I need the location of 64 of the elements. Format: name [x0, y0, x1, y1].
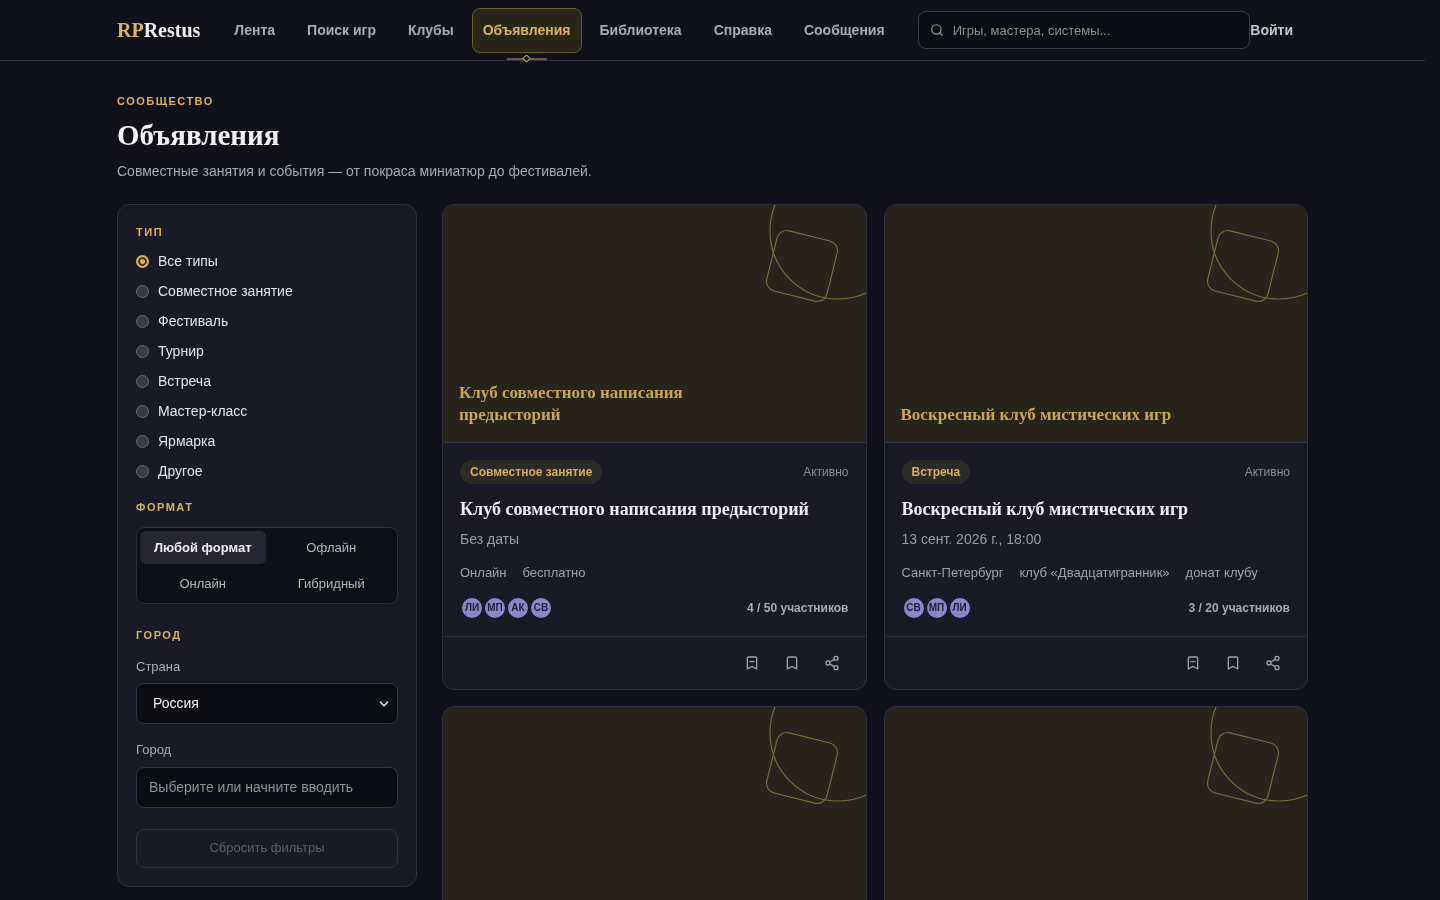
- card-title[interactable]: Воскресный клуб мистических игр: [901, 496, 1290, 523]
- cover-title: Клуб совместного написания предысторий: [459, 382, 684, 426]
- page-subtitle: Совместные занятия и события — от покраса миниатюр до фестивалей.: [117, 162, 593, 181]
- event-tag: бесплатно: [522, 563, 586, 583]
- page-title: Объявления: [117, 117, 281, 153]
- city-field[interactable]: Выберите или начните вводить: [136, 766, 398, 808]
- filter-heading: ТИП: [136, 225, 165, 240]
- event-date: 13 сент. 2026 г., 18:00: [901, 530, 1043, 549]
- share-icon[interactable]: [823, 654, 840, 671]
- card-title[interactable]: Клуб совместного написания предысторий: [460, 496, 849, 523]
- event-tag: клуб «Двадцатигранник»: [1019, 563, 1170, 583]
- event-tag: Онлайн: [460, 563, 507, 583]
- field-label: Страна: [136, 657, 182, 676]
- share-icon[interactable]: [1265, 654, 1281, 671]
- nav-link[interactable]: Клубы: [393, 7, 468, 53]
- type-radio[interactable]: Турнир: [136, 336, 398, 367]
- participants-count: 4 / 50 участников: [747, 599, 849, 617]
- nav-link[interactable]: Библиотека: [585, 7, 696, 53]
- avatar: ЛИ: [947, 595, 972, 620]
- type-radio[interactable]: Ярмарка: [136, 426, 398, 457]
- type-badge: Встреча: [901, 460, 971, 484]
- status-text: Активно: [803, 464, 849, 481]
- nav-link[interactable]: Сообщения: [789, 7, 899, 53]
- type-radio[interactable]: Мастер-класс: [136, 396, 398, 427]
- avatar: СВ: [901, 595, 926, 620]
- avatar: МП: [924, 595, 949, 620]
- avatar: АК: [506, 595, 530, 620]
- type-radio[interactable]: Совместное занятие: [136, 276, 398, 307]
- avatar: ЛИ: [460, 595, 484, 620]
- search-icon: [929, 23, 944, 37]
- search-field[interactable]: Игры, мастера, системы...: [917, 11, 1251, 49]
- bookmark-icon[interactable]: [1225, 654, 1241, 671]
- country-select[interactable]: Россия: [136, 683, 398, 724]
- filter-heading: ГОРОД: [136, 628, 183, 643]
- event-date: Без даты: [460, 530, 521, 549]
- type-radio[interactable]: Фестиваль: [136, 306, 398, 337]
- nav-link[interactable]: Объявления: [471, 7, 582, 53]
- avatar: МП: [483, 595, 507, 620]
- type-badge: Совместное занятие: [460, 460, 603, 484]
- logo[interactable]: RPRestus: [117, 15, 201, 45]
- type-radio[interactable]: Все типы: [136, 246, 398, 277]
- login-button[interactable]: Войти: [1250, 19, 1293, 41]
- participants-count: 3 / 20 участников: [1188, 599, 1290, 617]
- bookmark-minus-icon[interactable]: [1185, 654, 1201, 671]
- section-eyebrow: СООБЩЕСТВО: [117, 94, 215, 109]
- nav-link[interactable]: Поиск игр: [293, 7, 390, 53]
- event-tag: донат клубу: [1185, 563, 1258, 583]
- field-label: Город: [136, 741, 173, 759]
- format-option[interactable]: Любой формат: [140, 531, 266, 564]
- event-tag: Санкт-Петербург: [901, 563, 1004, 583]
- status-text: Активно: [1244, 464, 1290, 481]
- event-card[interactable]: Воскресный клуб мистических игр Встреча Активно Воскресный клуб мистических игр 13 сент. 2026 г., 18:00 Санкт-Петербург клуб «Двадцатигранник» донат клубу СВ МП ЛИ 3 / 20 участников: [883, 204, 1308, 690]
- cover-title: Воскресный клуб мистических игр: [900, 404, 1173, 426]
- filter-heading: ФОРМАТ: [136, 499, 195, 515]
- format-option[interactable]: Офлайн: [268, 531, 394, 564]
- avatar: СВ: [529, 595, 553, 620]
- active-indicator-icon: [506, 54, 547, 63]
- type-radio[interactable]: Другое: [136, 456, 398, 487]
- nav-link[interactable]: Справка: [699, 7, 786, 53]
- nav-link[interactable]: Лента: [220, 7, 290, 53]
- format-option[interactable]: Гибридный: [268, 567, 394, 600]
- type-radio[interactable]: Встреча: [136, 366, 398, 397]
- event-card[interactable]: Клуб совместного написания предысторий Совместное занятие Активно Клуб совместного написания предысторий Без даты Онлайн бесплатно ЛИ МП АК СВ 4 / 50 участников: [442, 204, 867, 690]
- format-option[interactable]: Онлайн: [140, 567, 266, 600]
